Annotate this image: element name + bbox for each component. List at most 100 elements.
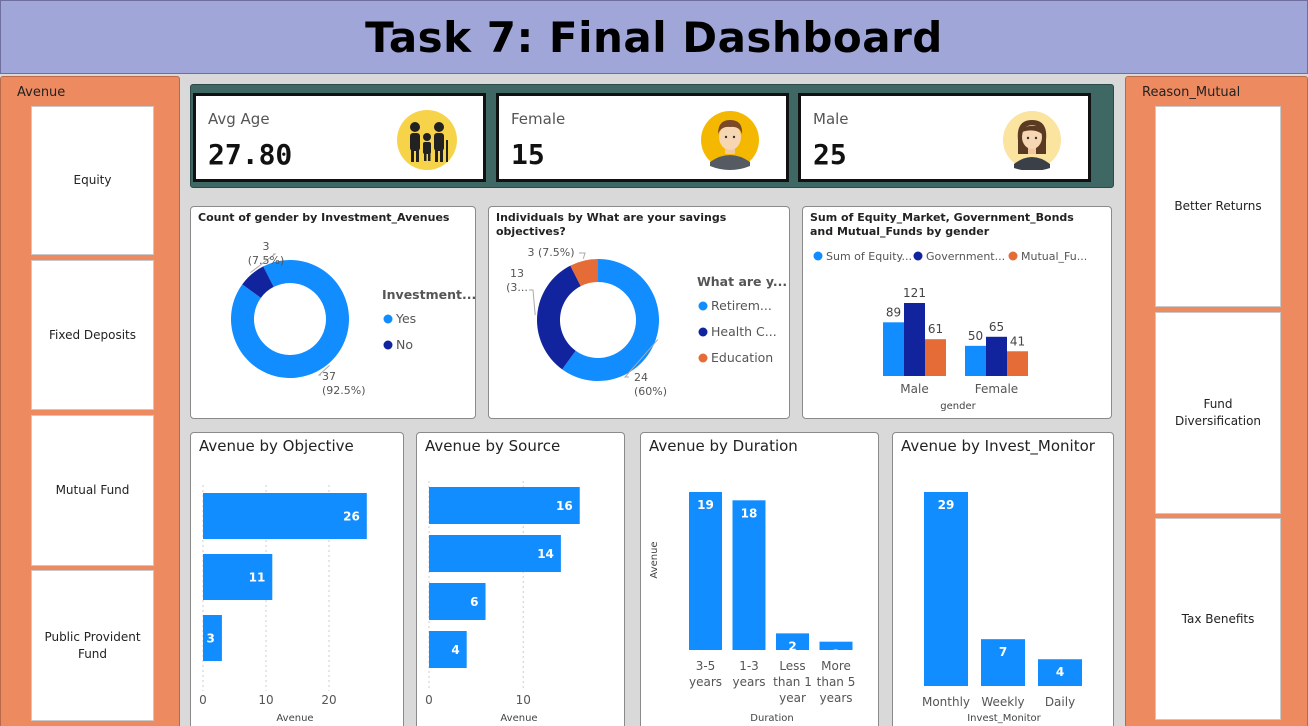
x-tick-label: Female xyxy=(975,382,1018,396)
slicer-item-equity[interactable]: Equity xyxy=(31,106,154,255)
leader-line xyxy=(529,289,536,316)
legend-marker xyxy=(698,327,708,337)
slicer-item-better-returns[interactable]: Better Returns xyxy=(1155,106,1281,307)
legend-label: Yes xyxy=(395,311,416,326)
bar xyxy=(689,492,722,650)
dashboard: Task 7: Final Dashboard Avenue Equity Fi… xyxy=(0,0,1308,726)
leader-line xyxy=(579,252,586,259)
kpi-value: 27.80 xyxy=(208,138,293,171)
x-axis-title: Duration xyxy=(750,713,793,724)
kpi-strip: Avg Age 27.80 Female 15 Male 25 xyxy=(190,84,1114,188)
data-label: 2 xyxy=(788,639,796,653)
legend-marker xyxy=(698,301,708,311)
data-label: 16 xyxy=(556,499,573,513)
title-banner: Task 7: Final Dashboard xyxy=(0,0,1308,74)
male-avatar-icon xyxy=(701,111,759,170)
slicer-item-mutual-fund[interactable]: Mutual Fund xyxy=(31,415,154,566)
avenue-by-duration-chart: 193-5 years181-3 years2Less than 1 year1More… xyxy=(649,492,856,724)
kpi-card-female: Female 15 xyxy=(496,93,789,182)
slicer-item-public-provident-fund[interactable]: Public Provident Fund xyxy=(31,570,154,721)
avenue-by-invest-monitor-chart: 29 Monthly 7 Weekly 4 Daily Invest_Monitor xyxy=(922,492,1082,724)
data-label: 3 xyxy=(207,632,215,646)
savings-objectives-donut-card[interactable]: Individuals by What are your savings obj… xyxy=(488,206,790,419)
data-label: 19 xyxy=(697,498,714,512)
legend-title: What are y... xyxy=(697,274,787,289)
x-tick-label: 3-5 years xyxy=(689,659,722,689)
avenue-by-source-card[interactable]: Avenue by Source 0 10 16 14 6 4 Avenue xyxy=(416,432,625,726)
data-label: 29 xyxy=(938,498,955,512)
x-tick-label: 0 xyxy=(425,693,433,707)
slicer-item-tax-benefits[interactable]: Tax Benefits xyxy=(1155,518,1281,720)
legend-label: Retirem... xyxy=(711,298,772,313)
investments-by-gender-chart: Sum of Equity... Government... Mutual_Fu..… xyxy=(813,250,1087,412)
data-label: 41 xyxy=(1010,334,1025,348)
bar xyxy=(1007,351,1028,376)
legend-marker xyxy=(813,251,823,261)
bar xyxy=(429,631,467,668)
data-label: 11 xyxy=(249,571,266,585)
data-label: 24 (60%) xyxy=(634,371,667,398)
data-label: 3 (7.5%) xyxy=(248,240,285,267)
data-label: 37 (92.5%) xyxy=(322,370,366,397)
page-title: Task 7: Final Dashboard xyxy=(365,12,943,62)
x-tick-label: Weekly xyxy=(981,695,1024,709)
x-tick-label: More than 5 years xyxy=(817,659,856,705)
slicer-item-fund-diversification[interactable]: Fund Diversification xyxy=(1155,312,1281,514)
kpi-value: 15 xyxy=(511,138,545,171)
avenue-slicer-label: Avenue xyxy=(17,85,66,100)
legend-marker xyxy=(383,314,393,324)
reason-mutual-slicer-label: Reason_Mutual xyxy=(1142,85,1241,100)
x-axis-title: Avenue xyxy=(500,713,537,724)
x-tick-label: 1-3 years xyxy=(732,659,765,689)
legend-marker xyxy=(698,353,708,363)
data-label: 61 xyxy=(928,322,943,336)
kpi-label: Female xyxy=(511,110,566,128)
data-label: 3 (7.5%) xyxy=(527,246,574,259)
legend-marker xyxy=(913,251,923,261)
gender-by-investment-donut: 37 (92.5%) 3 (7.5%) Investment... Yes No xyxy=(231,240,476,397)
data-label: 4 xyxy=(1056,665,1064,679)
avenue-by-objective-chart: 0 10 20 26 11 3 Avenue xyxy=(199,485,367,724)
legend-label: Mutual_Fu... xyxy=(1021,250,1087,263)
gender-by-investment-donut-card[interactable]: Count of gender by Investment_Avenues 37… xyxy=(190,206,476,419)
avenue-by-duration-card[interactable]: Avenue by Duration 19 3-5 years 18 1-3 years 2… xyxy=(640,432,879,726)
slicer-item-fixed-deposits[interactable]: Fixed Deposits xyxy=(31,260,154,410)
data-label: 7 xyxy=(999,645,1007,659)
legend-label: Government... xyxy=(926,250,1005,263)
data-label: 50 xyxy=(968,329,983,343)
reason-mutual-slicer: Reason_Mutual Better Returns Fund Divers… xyxy=(1125,76,1308,726)
legend-label: Health C... xyxy=(711,324,777,339)
savings-objectives-donut: 24 (60%) 13 (3... 3 (7.5%) What are y... Retir… xyxy=(506,246,787,398)
legend-title: Investment... xyxy=(382,287,476,302)
data-label: 6 xyxy=(470,595,478,609)
bar xyxy=(883,322,904,376)
bar xyxy=(924,492,968,686)
data-label: 65 xyxy=(989,320,1004,334)
x-tick-label: Daily xyxy=(1045,695,1075,709)
kpi-label: Avg Age xyxy=(208,110,270,128)
data-label: 121 xyxy=(903,286,926,300)
x-tick-label: Male xyxy=(900,382,928,396)
legend-label: Education xyxy=(711,350,773,365)
avenue-by-invest-monitor-card[interactable]: Avenue by Invest_Monitor 29 Monthly 7 Weekl… xyxy=(892,432,1114,726)
avenue-by-objective-card[interactable]: Avenue by Objective 0 10 20 26 11 3 Avenue xyxy=(190,432,404,726)
y-axis-title: Avenue xyxy=(649,541,660,578)
data-label: 14 xyxy=(537,547,554,561)
investments-by-gender-card[interactable]: Sum of Equity_Market, Government_Bonds a… xyxy=(802,206,1112,419)
data-label: 13 (3... xyxy=(506,267,528,294)
x-axis-title: Avenue xyxy=(276,713,313,724)
x-axis-title: gender xyxy=(940,401,976,412)
legend-label: Sum of Equity... xyxy=(826,250,912,263)
legend-label: No xyxy=(396,337,413,352)
bar xyxy=(965,345,986,376)
data-label: 4 xyxy=(451,643,459,657)
x-tick-label: 20 xyxy=(321,693,336,707)
bar xyxy=(904,303,925,376)
x-tick-label: Less than 1 year xyxy=(773,659,812,705)
avenue-by-source-chart: 0 10 16 14 6 4 Avenue xyxy=(425,481,580,724)
legend-marker xyxy=(383,340,393,350)
x-tick-label: 0 xyxy=(199,693,207,707)
avenue-slicer: Avenue Equity Fixed Deposits Mutual Fund… xyxy=(0,76,180,726)
data-label: 26 xyxy=(343,510,360,524)
data-label: 89 xyxy=(886,305,901,319)
